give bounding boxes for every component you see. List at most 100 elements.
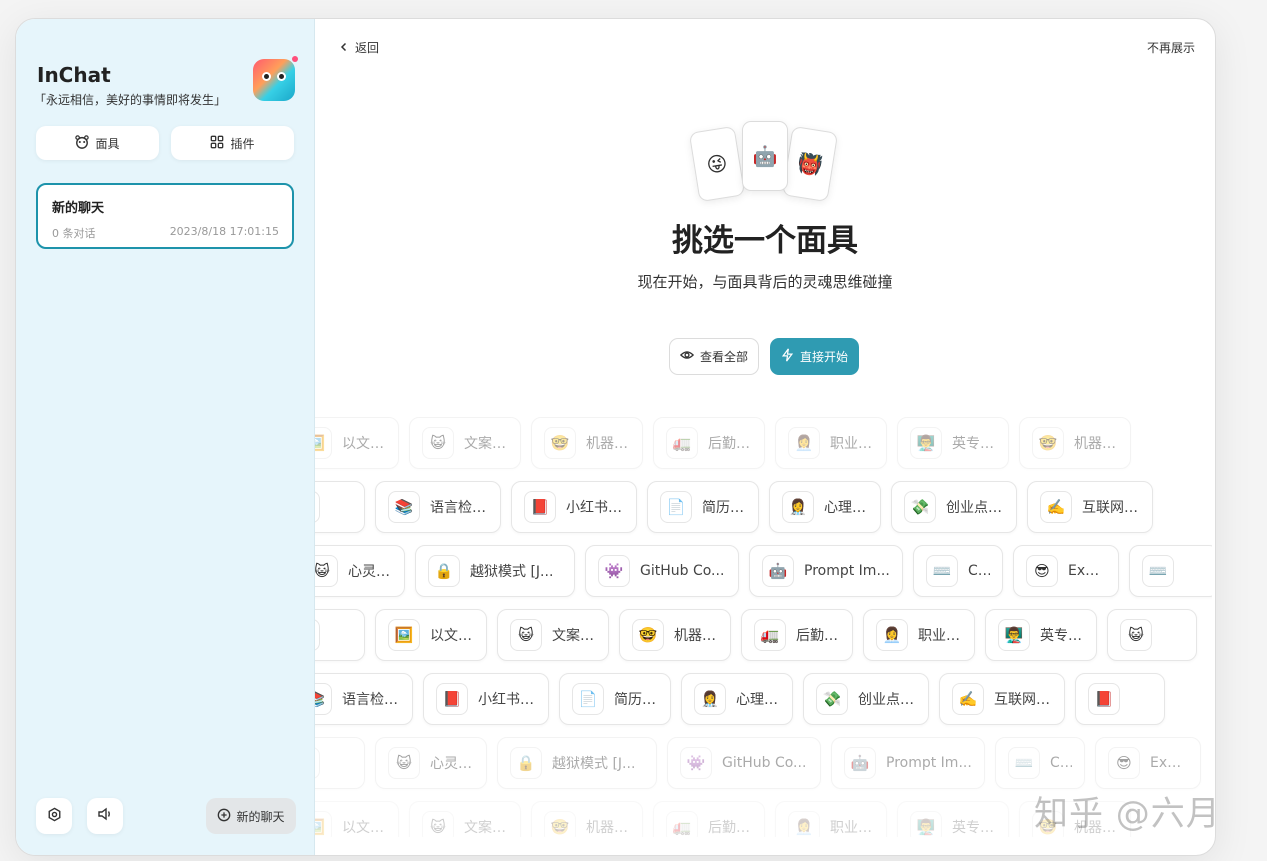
mask-card[interactable]: 😺 心灵导师: [315, 545, 405, 597]
emoji-card-1: 😜: [688, 125, 746, 203]
mask-card[interactable]: 😺 文案写手: [409, 801, 521, 837]
mask-card[interactable]: 👨‍🏫 英专写手: [897, 417, 1009, 469]
plus-circle-icon: [217, 808, 231, 825]
mask-card[interactable]: 💸 创业点子王: [891, 481, 1017, 533]
mask-card[interactable]: 📚 语言检测器: [315, 673, 413, 725]
mask-avatar-icon: 😺: [388, 747, 420, 779]
mask-avatar-icon: 😺: [510, 619, 542, 651]
mask-label: 心理医生: [736, 692, 780, 708]
mask-card[interactable]: 🤖 Prompt Im...: [831, 737, 985, 789]
mask-avatar-icon: 📚: [315, 683, 332, 715]
mask-card[interactable]: 👨‍🏫 英专写手: [985, 609, 1097, 661]
mask-card[interactable]: 👾 GitHub Co...: [667, 737, 821, 789]
mask-card[interactable]: 💸 创业点子王: [803, 673, 929, 725]
mask-row: 😺 心灵导师 🔒 越狱模式 [J... 👾 GitHub Co... 🤖 Prompt Im.…: [315, 545, 1212, 597]
mask-label: 以文搜图: [342, 436, 386, 452]
mask-card[interactable]: 📕 小红书写手: [423, 673, 549, 725]
mask-card[interactable]: ⌨️ CAN: [995, 737, 1085, 789]
mask-card[interactable]: 🤖 Prompt Im...: [749, 545, 903, 597]
mask-card[interactable]: 🤓 机器学习: [531, 417, 643, 469]
mask-card[interactable]: 🤓 机器学习: [531, 801, 643, 837]
logo-eye-left: [262, 72, 271, 81]
mask-avatar-icon: 😺: [422, 427, 454, 459]
mask-avatar-icon: 🤓: [544, 427, 576, 459]
start-chat-label: 直接开始: [799, 350, 848, 364]
mask-label: 心灵导师: [430, 756, 474, 772]
mask-card[interactable]: 👩‍💼 职业顾问: [863, 609, 975, 661]
mask-card[interactable]: 📄 简历写手: [559, 673, 671, 725]
mask-label: 越狱模式 [J...: [470, 564, 554, 580]
mask-card[interactable]: [315, 481, 365, 533]
chat-list-item[interactable]: 新的聊天 0 条对话 2023/8/18 17:01:15: [36, 183, 294, 249]
mask-card[interactable]: 🚛 后勤工作: [741, 609, 853, 661]
mask-card[interactable]: 👾 GitHub Co...: [585, 545, 739, 597]
mask-icon: [75, 134, 90, 152]
mask-card[interactable]: ✍️ 互联网写手: [1027, 481, 1153, 533]
mask-avatar-icon: 👩‍⚕️: [782, 491, 814, 523]
mask-avatar-icon: 🤓: [544, 811, 576, 837]
mask-card[interactable]: 😺 文案写手: [497, 609, 609, 661]
mask-avatar-icon: 👩‍💼: [788, 811, 820, 837]
mask-label: 职业顾问: [918, 628, 962, 644]
mask-card[interactable]: 🔒 越狱模式 [J...: [497, 737, 657, 789]
mask-card[interactable]: 😺 文案写手: [409, 417, 521, 469]
mask-avatar-icon: ⌨️: [1142, 555, 1174, 587]
mask-label: Prompt Im...: [804, 563, 890, 579]
mask-label: 以文搜图: [342, 820, 386, 836]
mask-label: 英专写手: [952, 820, 996, 836]
mask-card[interactable]: 🚛 后勤工作: [653, 801, 765, 837]
mask-card[interactable]: 📚 语言检测器: [375, 481, 501, 533]
mask-card[interactable]: 👨‍🏫 英专写手: [897, 801, 1009, 837]
mask-avatar-icon: 👩‍💼: [876, 619, 908, 651]
eye-icon: [679, 348, 695, 365]
settings-button[interactable]: [36, 798, 72, 834]
view-all-button[interactable]: 查看全部: [669, 338, 759, 375]
mask-label: 简历写手: [614, 692, 658, 708]
mask-card[interactable]: 😎 Expert: [1013, 545, 1119, 597]
mask-card[interactable]: 📕 小红书写手: [511, 481, 637, 533]
emoji-card-stack: 😜 🤖 👹: [688, 121, 840, 203]
mask-avatar-icon: 😎: [1026, 555, 1058, 587]
mask-card[interactable]: ⌨️: [1129, 545, 1212, 597]
mask-avatar-icon: 🚛: [754, 619, 786, 651]
mask-avatar-icon: 👨‍🏫: [910, 427, 942, 459]
mask-card[interactable]: 😺 心灵导师: [375, 737, 487, 789]
voice-button[interactable]: [87, 798, 123, 834]
plugins-button[interactable]: 插件: [171, 126, 294, 160]
mask-label: 小红书写手: [566, 500, 624, 516]
mask-card[interactable]: [315, 609, 365, 661]
mask-card[interactable]: 👩‍⚕️ 心理医生: [681, 673, 793, 725]
mask-card[interactable]: 🖼️ 以文搜图: [315, 417, 399, 469]
dont-show-again-button[interactable]: 不再展示: [1147, 39, 1195, 56]
mask-label: GitHub Co...: [640, 563, 725, 579]
mask-label: 越狱模式 [J...: [552, 756, 636, 772]
mask-card[interactable]: 📕: [1075, 673, 1165, 725]
mask-card[interactable]: 🔒 越狱模式 [J...: [415, 545, 575, 597]
mask-card[interactable]: ⌨️ CAN: [913, 545, 1003, 597]
watermark: 知乎 @六月: [1034, 794, 1221, 834]
mask-card[interactable]: 😎 Expert: [1095, 737, 1201, 789]
back-button[interactable]: 返回: [339, 39, 379, 56]
mask-card[interactable]: [315, 737, 365, 789]
mask-card[interactable]: ✍️ 互联网写手: [939, 673, 1065, 725]
mask-card[interactable]: 🤓 机器学习: [619, 609, 731, 661]
new-chat-button[interactable]: 新的聊天: [206, 798, 296, 834]
mask-row: 🖼️ 以文搜图 😺 文案写手 🤓 机器学习 🚛 后勤工作 👩‍💼 职业顾问 👨‍🏫 英专写手 🤓 机器学习: [315, 417, 1212, 469]
mask-label: 创业点子王: [858, 692, 916, 708]
mask-card[interactable]: 👩‍⚕️ 心理医生: [769, 481, 881, 533]
mask-card[interactable]: 👩‍💼 职业顾问: [775, 801, 887, 837]
mask-card[interactable]: 🖼️ 以文搜图: [315, 801, 399, 837]
mask-card[interactable]: 🚛 后勤工作: [653, 417, 765, 469]
mask-label: 互联网写手: [1082, 500, 1140, 516]
mask-card[interactable]: 🖼️ 以文搜图: [375, 609, 487, 661]
mask-row: 📚 语言检测器 📕 小红书写手 📄 简历写手 👩‍⚕️ 心理医生 💸 创业点子王 ✍️ 互联网写手: [315, 481, 1212, 533]
mask-label: 后勤工作: [708, 436, 752, 452]
start-chat-button[interactable]: 直接开始: [770, 338, 859, 375]
app-logo: [253, 56, 298, 101]
masks-button[interactable]: 面具: [36, 126, 159, 160]
mask-avatar-icon: [315, 747, 320, 779]
mask-card[interactable]: 🤓 机器学习: [1019, 417, 1131, 469]
mask-card[interactable]: 📄 简历写手: [647, 481, 759, 533]
mask-card[interactable]: 👩‍💼 职业顾问: [775, 417, 887, 469]
mask-card[interactable]: 😺: [1107, 609, 1197, 661]
